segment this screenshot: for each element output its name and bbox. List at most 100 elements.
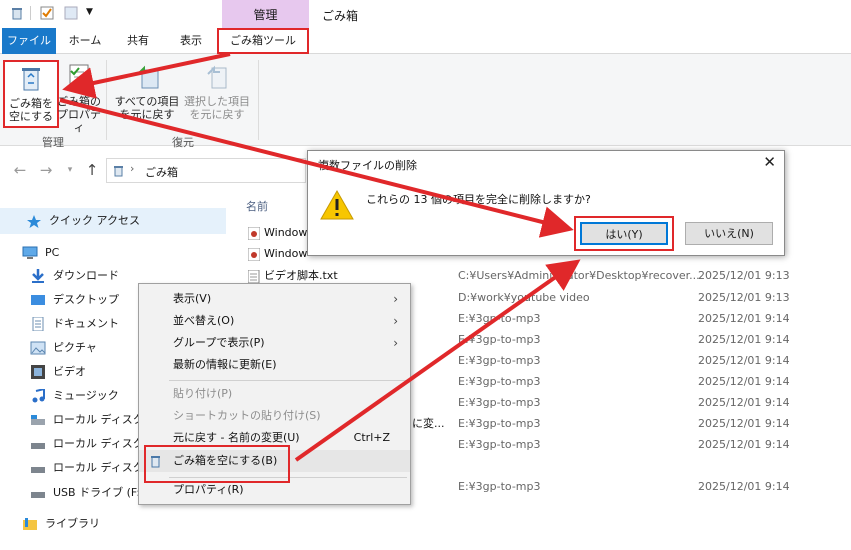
file-original-location: E:¥3gp-to-mp3: [458, 417, 541, 430]
sidebar-label: ピクチャ: [53, 341, 97, 354]
restore-all-label-2: を元に戻す: [119, 108, 175, 121]
restore-selected-icon: [202, 62, 232, 92]
file-deleted-date: 2025/12/01 9:14: [698, 417, 790, 430]
library-icon: [22, 517, 38, 531]
sidebar-item-pictures[interactable]: ピクチャ: [30, 337, 97, 359]
restore-all-icon: [132, 62, 162, 92]
file-deleted-date: 2025/12/01 9:14: [698, 396, 790, 409]
restore-all-button[interactable]: すべての項目 を元に戻す: [112, 60, 182, 128]
sidebar-label: PC: [45, 246, 60, 259]
sidebar-item-documents[interactable]: ドキュメント: [30, 313, 119, 335]
warning-icon: [320, 189, 354, 224]
dialog-title: 複数ファイルの削除: [318, 159, 417, 172]
pc-icon: [22, 246, 38, 260]
drive-icon: [30, 413, 46, 427]
column-header-name[interactable]: 名前: [246, 198, 268, 214]
title-bar: [0, 0, 851, 28]
menu-item-refresh[interactable]: 最新の情報に更新(E): [139, 354, 410, 376]
file-video-icon: [247, 247, 261, 262]
bin-props-label-1: ごみ箱の: [57, 95, 101, 108]
menu-item-paste-shortcut[interactable]: ショートカットの貼り付け(S): [139, 405, 410, 427]
properties-check-icon[interactable]: [40, 6, 54, 20]
chevron-right-icon[interactable]: ›: [130, 162, 134, 175]
restore-selected-label-1: 選択した項目: [184, 95, 250, 108]
submenu-arrow-icon: ›: [393, 336, 398, 350]
file-original-location: D:¥work¥youtube video: [458, 291, 590, 304]
recycle-bin-icon: [16, 64, 46, 94]
tab-home[interactable]: ホーム: [62, 28, 108, 54]
empty-bin-label-1: ごみ箱を: [9, 97, 53, 110]
file-deleted-date: 2025/12/01 9:14: [698, 354, 790, 367]
address-recycle-bin-icon: [112, 164, 125, 180]
ribbon-separator: [106, 60, 107, 140]
menu-label: ショートカットの貼り付け(S): [173, 409, 321, 422]
usb-drive-icon: [30, 486, 46, 500]
submenu-arrow-icon: ›: [393, 292, 398, 306]
tab-share[interactable]: 共有: [116, 28, 160, 54]
menu-item-view[interactable]: 表示(V) ›: [139, 288, 410, 310]
submenu-arrow-icon: ›: [393, 314, 398, 328]
context-tab-manage: 管理: [222, 0, 309, 28]
menu-label: プロパティ(R): [173, 483, 244, 496]
menu-item-group[interactable]: グループで表示(P) ›: [139, 332, 410, 354]
video-icon: [30, 365, 46, 379]
empty-recycle-bin-button[interactable]: ごみ箱を 空にする: [3, 60, 59, 128]
text-file-icon: [247, 269, 260, 284]
sidebar-item-music[interactable]: ミュージック: [30, 385, 119, 407]
address-bar[interactable]: › ごみ箱: [106, 158, 306, 183]
tab-view[interactable]: 表示: [168, 28, 214, 54]
back-arrow-icon[interactable]: ←: [10, 160, 30, 180]
menu-item-paste[interactable]: 貼り付け(P): [139, 383, 410, 405]
file-original-location: E:¥3gp-to-mp3: [458, 333, 541, 346]
recent-dropdown-icon[interactable]: ▾: [60, 160, 80, 180]
no-button[interactable]: いいえ(N): [685, 222, 773, 245]
sidebar-item-pc[interactable]: PC: [22, 242, 59, 264]
qa-customize-icon[interactable]: ▼: [86, 7, 93, 17]
sidebar-item-videos[interactable]: ビデオ: [30, 361, 86, 383]
sidebar-item-downloads[interactable]: ダウンロード: [30, 265, 119, 287]
file-deleted-date: 2025/12/01 9:13: [698, 291, 790, 304]
music-icon: [30, 387, 46, 403]
menu-label: グループで表示(P): [173, 336, 265, 349]
bin-props-label-2: プロパティ: [57, 108, 101, 134]
window-title: ごみ箱: [322, 9, 359, 23]
menu-shortcut: Ctrl+Z: [353, 431, 390, 444]
download-icon: [30, 269, 46, 283]
file-name-partial: に変...: [412, 417, 445, 430]
restore-selected-label-2: を元に戻す: [189, 108, 245, 121]
up-arrow-icon[interactable]: ↑: [82, 160, 102, 180]
sidebar-label: ライブラリ: [45, 517, 100, 530]
menu-item-sort[interactable]: 並べ替え(O) ›: [139, 310, 410, 332]
close-icon[interactable]: ✕: [763, 153, 776, 171]
file-name: Window: [264, 226, 308, 239]
star-icon: [26, 214, 42, 228]
sidebar-item-desktop[interactable]: デスクトップ: [30, 289, 119, 311]
forward-arrow-icon[interactable]: →: [36, 160, 56, 180]
file-deleted-date: 2025/12/01 9:14: [698, 438, 790, 451]
tab-file[interactable]: ファイル: [2, 28, 56, 54]
address-location[interactable]: ごみ箱: [145, 164, 178, 180]
menu-label: 貼り付け(P): [173, 387, 233, 400]
recycle-bin-properties-button[interactable]: ごみ箱の プロパティ: [56, 60, 102, 134]
document-icon: [30, 316, 46, 332]
new-folder-icon[interactable]: [64, 6, 78, 20]
tab-recycle-bin-tools[interactable]: ごみ箱ツール: [217, 28, 309, 54]
file-original-location: C:¥Users¥Administrator¥Desktop¥recover..…: [458, 269, 700, 282]
file-deleted-date: 2025/12/01 9:14: [698, 375, 790, 388]
file-original-location: E:¥3gp-to-mp3: [458, 438, 541, 451]
sidebar-label: ビデオ: [53, 365, 86, 378]
dialog-message: これらの 13 個の項目を完全に削除しますか?: [366, 193, 591, 206]
sidebar-label: ダウンロード: [53, 269, 119, 282]
sidebar-label: デスクトップ: [53, 293, 119, 306]
recycle-bin-small-icon: [10, 6, 24, 20]
picture-icon: [30, 341, 46, 355]
menu-label: 元に戻す - 名前の変更(U): [173, 431, 300, 444]
file-original-location: E:¥3gp-to-mp3: [458, 354, 541, 367]
file-original-location: E:¥3gp-to-mp3: [458, 375, 541, 388]
menu-label: 並べ替え(O): [173, 314, 235, 327]
restore-selected-button[interactable]: 選択した項目 を元に戻す: [182, 60, 252, 128]
sidebar-item-usb[interactable]: USB ドライブ (F:): [30, 482, 144, 504]
file-original-location: E:¥3gp-to-mp3: [458, 396, 541, 409]
sidebar-item-libraries[interactable]: ライブラリ: [22, 513, 100, 535]
sidebar-item-quick-access[interactable]: クイック アクセス: [26, 210, 140, 232]
